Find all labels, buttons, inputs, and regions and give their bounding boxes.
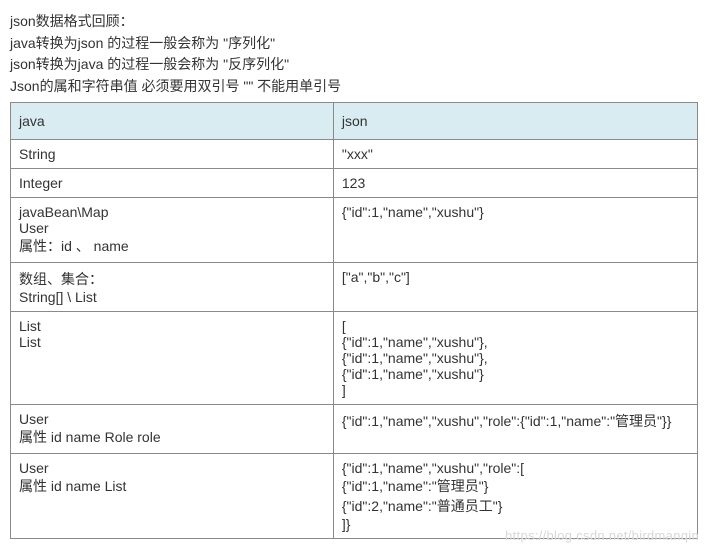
intro-line-2: java转换为json 的过程一般会称为 "序列化" (10, 34, 701, 54)
cell-java: User属性 id name List (11, 454, 334, 539)
cell-java: User属性 id name Role role (11, 405, 334, 454)
table-row: javaBean\MapUser属性：id 、 name{"id":1,"nam… (11, 198, 698, 263)
table-row: Integer123 (11, 169, 698, 198)
cell-json: {"id":1,"name","xushu"} (333, 198, 697, 263)
cell-json: [{"id":1,"name","xushu"},{"id":1,"name",… (333, 312, 697, 405)
intro-line-1: json数据格式回顾： (10, 12, 701, 32)
table-row: 数组、集合：String[] \ List["a","b","c"] (11, 263, 698, 312)
table-row: User属性 id name List{"id":1,"name","xushu… (11, 454, 698, 539)
cell-java: 数组、集合：String[] \ List (11, 263, 334, 312)
cell-json: 123 (333, 169, 697, 198)
cell-json: "xxx" (333, 140, 697, 169)
cell-java: String (11, 140, 334, 169)
java-json-table: java json String"xxx"Integer123javaBean\… (10, 102, 698, 539)
intro-line-4: Json的属和字符串值 必须要用双引号 "" 不能用单引号 (10, 77, 701, 97)
cell-json: {"id":1,"name","xushu","role":{"id":1,"n… (333, 405, 697, 454)
cell-json: ["a","b","c"] (333, 263, 697, 312)
cell-java: Integer (11, 169, 334, 198)
cell-java: ListList (11, 312, 334, 405)
header-json: json (333, 103, 697, 140)
header-java: java (11, 103, 334, 140)
table-row: ListList[{"id":1,"name","xushu"},{"id":1… (11, 312, 698, 405)
intro-block: json数据格式回顾： java转换为json 的过程一般会称为 "序列化" j… (10, 12, 701, 96)
table-header-row: java json (11, 103, 698, 140)
table-row: String"xxx" (11, 140, 698, 169)
intro-line-3: json转换为java 的过程一般会称为 "反序列化" (10, 55, 701, 75)
table-row: User属性 id name Role role{"id":1,"name","… (11, 405, 698, 454)
cell-json: {"id":1,"name","xushu","role":[{"id":1,"… (333, 454, 697, 539)
cell-java: javaBean\MapUser属性：id 、 name (11, 198, 334, 263)
